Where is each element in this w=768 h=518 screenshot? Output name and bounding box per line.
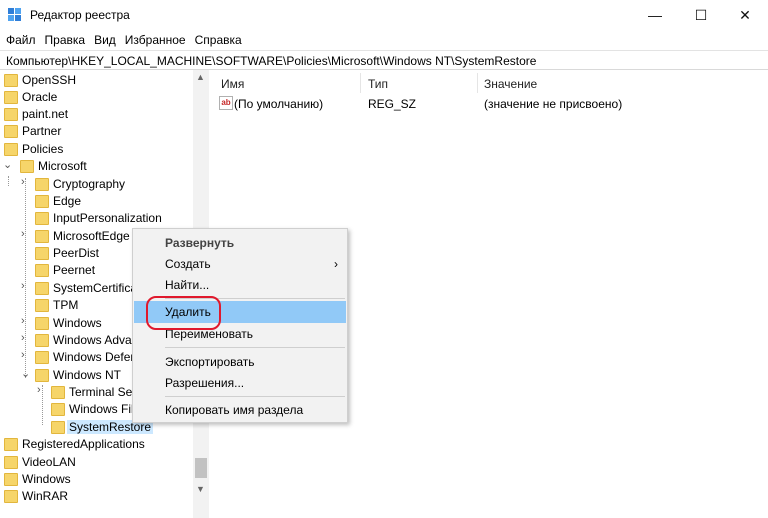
folder-icon bbox=[4, 74, 18, 87]
folder-icon bbox=[4, 473, 18, 486]
tree-item-policies[interactable]: Policies bbox=[0, 141, 195, 158]
folder-icon bbox=[4, 490, 18, 503]
folder-icon bbox=[35, 369, 49, 382]
menu-favorites[interactable]: Избранное bbox=[125, 33, 186, 47]
column-divider[interactable] bbox=[360, 73, 361, 93]
folder-icon bbox=[4, 125, 18, 138]
minimize-button[interactable]: — bbox=[632, 0, 678, 30]
menu-separator bbox=[165, 396, 345, 397]
folder-icon bbox=[4, 143, 18, 156]
menu-bar: Файл Правка Вид Избранное Справка bbox=[0, 30, 768, 50]
chevron-right-icon: › bbox=[334, 257, 338, 271]
registry-editor-icon bbox=[8, 8, 21, 21]
tree-item-cryptography[interactable]: › Cryptography bbox=[0, 176, 195, 193]
folder-icon bbox=[35, 264, 49, 277]
folder-icon bbox=[20, 160, 34, 173]
folder-icon bbox=[35, 195, 49, 208]
chevron-down-icon[interactable]: ⌄ bbox=[21, 367, 30, 380]
string-value-icon: ab bbox=[219, 96, 233, 110]
folder-icon bbox=[51, 386, 65, 399]
menu-edit[interactable]: Правка bbox=[45, 33, 86, 47]
folder-icon bbox=[35, 230, 49, 243]
folder-icon bbox=[51, 421, 65, 434]
chevron-right-icon[interactable]: › bbox=[37, 384, 41, 396]
value-name: (По умолчанию) bbox=[234, 97, 324, 111]
folder-icon bbox=[35, 351, 49, 364]
tree-item-oracle[interactable]: Oracle bbox=[0, 89, 195, 106]
folder-icon bbox=[35, 334, 49, 347]
tree-item-registeredapplications[interactable]: RegisteredApplications bbox=[0, 436, 195, 453]
folder-icon bbox=[51, 403, 65, 416]
chevron-right-icon[interactable]: › bbox=[21, 280, 25, 292]
chevron-right-icon[interactable]: › bbox=[21, 176, 25, 188]
tree-item-videolan[interactable]: VideoLAN bbox=[0, 454, 195, 471]
scrollbar-thumb[interactable] bbox=[195, 458, 207, 478]
tree-item-openssh[interactable]: OpenSSH bbox=[0, 72, 195, 89]
menu-item-export[interactable]: Экспортировать bbox=[134, 351, 346, 373]
maximize-button[interactable]: ☐ bbox=[678, 0, 724, 30]
value-data: (значение не присвоено) bbox=[484, 97, 623, 111]
close-button[interactable]: ✕ bbox=[722, 0, 768, 30]
tree-item-microsoft[interactable]: ⌄ Microsoft bbox=[0, 158, 195, 175]
column-header-name[interactable]: Имя bbox=[221, 77, 244, 91]
tree-item-edge[interactable]: Edge bbox=[0, 193, 195, 210]
annotation-highlight-ring bbox=[146, 296, 221, 330]
menu-file[interactable]: Файл bbox=[6, 33, 36, 47]
tree-item-paintnet[interactable]: paint.net bbox=[0, 106, 195, 123]
folder-icon bbox=[4, 456, 18, 469]
menu-view[interactable]: Вид bbox=[94, 33, 116, 47]
menu-item-copy-key-name[interactable]: Копировать имя раздела bbox=[134, 399, 346, 421]
folder-icon bbox=[35, 317, 49, 330]
menu-separator bbox=[165, 347, 345, 348]
menu-item-expand[interactable]: Развернуть bbox=[134, 232, 346, 254]
menu-item-find[interactable]: Найти... bbox=[134, 274, 346, 296]
tree-item-windows-root[interactable]: Windows bbox=[0, 471, 195, 488]
tree-item-inputpersonalization[interactable]: InputPersonalization bbox=[0, 210, 195, 227]
value-row-default[interactable]: ab (По умолчанию) REG_SZ (значение не пр… bbox=[214, 96, 768, 114]
tree-item-partner[interactable]: Partner bbox=[0, 123, 195, 140]
folder-icon bbox=[35, 178, 49, 191]
scroll-up-icon[interactable]: ▲ bbox=[196, 72, 205, 82]
title-bar: Редактор реестра — ☐ ✕ bbox=[0, 0, 768, 30]
tree-item-winrar[interactable]: WinRAR bbox=[0, 488, 195, 505]
address-bar[interactable]: Компьютер\HKEY_LOCAL_MACHINE\SOFTWARE\Po… bbox=[0, 50, 768, 70]
window-title: Редактор реестра bbox=[30, 8, 130, 22]
value-type: REG_SZ bbox=[368, 97, 417, 111]
menu-item-new[interactable]: Создать › bbox=[134, 253, 346, 275]
menu-help[interactable]: Справка bbox=[195, 33, 242, 47]
folder-icon bbox=[4, 108, 18, 121]
chevron-right-icon[interactable]: › bbox=[21, 228, 25, 240]
folder-icon bbox=[35, 247, 49, 260]
menu-item-new-label: Создать bbox=[165, 257, 211, 271]
folder-icon bbox=[35, 282, 49, 295]
column-divider[interactable] bbox=[477, 73, 478, 93]
chevron-right-icon[interactable]: › bbox=[21, 349, 25, 361]
folder-icon bbox=[35, 299, 49, 312]
column-header-value[interactable]: Значение bbox=[484, 77, 537, 91]
folder-icon bbox=[4, 438, 18, 451]
scroll-down-icon[interactable]: ▼ bbox=[196, 484, 205, 494]
menu-item-permissions[interactable]: Разрешения... bbox=[134, 372, 346, 394]
chevron-right-icon[interactable]: › bbox=[21, 315, 25, 327]
chevron-down-icon[interactable]: ⌄ bbox=[3, 158, 12, 171]
folder-icon bbox=[4, 91, 18, 104]
folder-icon bbox=[35, 212, 49, 225]
chevron-right-icon[interactable]: › bbox=[21, 332, 25, 344]
column-header-type[interactable]: Тип bbox=[368, 77, 388, 91]
